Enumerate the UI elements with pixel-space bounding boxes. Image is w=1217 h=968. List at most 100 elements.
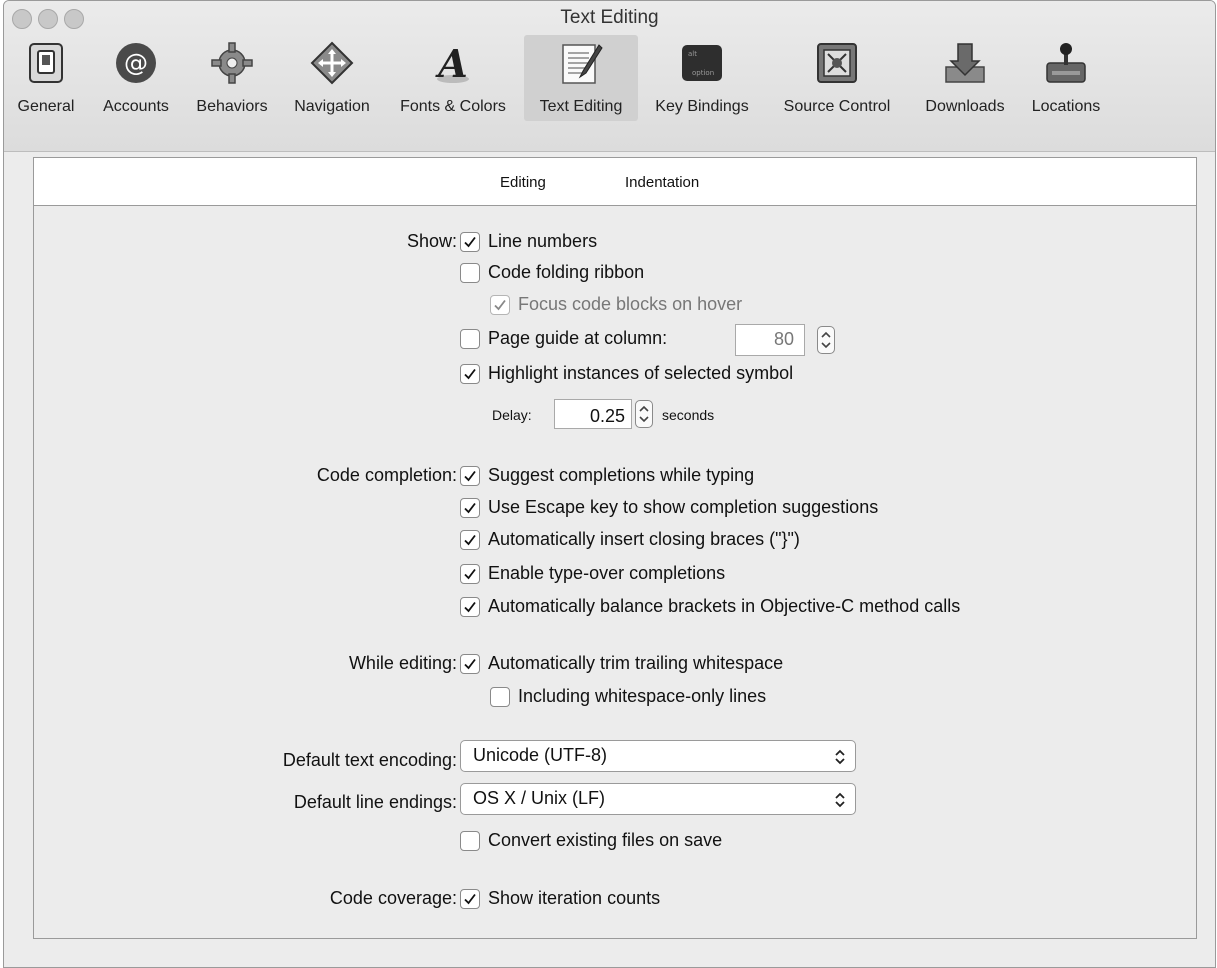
preferences-toolbar: General @ Accounts Behaviors Navigation … [4,35,1215,151]
toolbar-item-key-bindings[interactable]: alt option Key Bindings [640,35,764,121]
suggest-completions-checkbox[interactable]: Suggest completions while typing [460,465,754,486]
page-guide-checkbox[interactable]: Page guide at column: [460,328,667,349]
tab-indentation[interactable]: Indentation [625,174,699,191]
checkbox-checked-icon [490,294,510,315]
font-a-icon: A [435,41,469,85]
pencil-document-icon [562,44,603,84]
default-line-endings-label: Default line endings: [293,792,457,812]
toolbar-item-fonts-colors[interactable]: A Fonts & Colors [384,35,522,121]
move-arrows-icon [310,41,354,85]
option-key-icon: alt option [682,45,722,81]
title-bar: Text Editing General @ Accounts Behavior… [4,1,1215,152]
whitespace-only-lines-checkbox[interactable]: Including whitespace-only lines [490,686,766,707]
toolbar-item-source-control[interactable]: Source Control [766,35,908,121]
insert-closing-braces-checkbox[interactable]: Automatically insert closing braces ("}"… [460,529,800,550]
toolbar-item-accounts[interactable]: @ Accounts [90,35,182,121]
svg-text:A: A [435,41,467,85]
balance-brackets-checkbox[interactable]: Automatically balance brackets in Object… [460,596,960,617]
default-encoding-popup[interactable]: Unicode (UTF-8) [460,740,856,772]
checkbox-unchecked-icon [460,262,480,283]
checkbox-label: Automatically trim trailing whitespace [488,653,784,673]
toolbar-label: Navigation [294,98,370,115]
checkbox-checked-icon [460,231,480,252]
safe-icon [817,43,857,83]
checkbox-checked-icon [460,465,480,486]
toolbar-item-behaviors[interactable]: Behaviors [184,35,280,121]
toolbar-item-general[interactable]: General [4,35,88,121]
default-line-endings-popup[interactable]: OS X / Unix (LF) [460,783,856,815]
toolbar-label: Key Bindings [655,98,749,115]
svg-text:option: option [692,69,714,77]
delay-label: Delay: [492,407,532,423]
svg-text:@: @ [124,49,148,77]
checkbox-label: Page guide at column: [488,328,668,348]
checkbox-unchecked-icon [490,686,510,707]
page-guide-column-field[interactable]: 80 [735,324,805,356]
delay-stepper[interactable] [635,400,653,428]
toolbar-label: Source Control [783,98,891,115]
toolbar-label: Behaviors [196,98,268,115]
show-iteration-counts-checkbox[interactable]: Show iteration counts [460,888,660,909]
toolbar-item-locations[interactable]: Locations [1020,35,1112,121]
toolbar-label: General [17,98,75,115]
svg-text:alt: alt [688,50,697,58]
trim-whitespace-checkbox[interactable]: Automatically trim trailing whitespace [460,653,783,674]
gear-icon [211,42,253,84]
code-coverage-section-label: Code coverage: [329,888,457,908]
toolbar-label: Downloads [925,98,1005,115]
line-numbers-checkbox[interactable]: Line numbers [460,231,597,252]
checkbox-label: Code folding ribbon [488,262,645,282]
escape-key-completion-checkbox[interactable]: Use Escape key to show completion sugges… [460,497,878,518]
show-section-label: Show: [406,231,457,251]
default-encoding-label: Default text encoding: [282,750,457,770]
code-completion-section-label: Code completion: [316,465,457,485]
highlight-instances-checkbox[interactable]: Highlight instances of selected symbol [460,363,793,384]
code-folding-ribbon-checkbox[interactable]: Code folding ribbon [460,262,644,283]
window-title: Text Editing [560,7,659,28]
checkbox-label: Focus code blocks on hover [518,294,743,314]
toolbar-item-downloads[interactable]: Downloads [910,35,1020,121]
popup-value: OS X / Unix (LF) [473,788,606,808]
checkbox-checked-icon [460,497,480,518]
checkbox-unchecked-icon [460,328,480,349]
tab-editing[interactable]: Editing [500,174,546,191]
tab-bar: Editing Indentation [34,158,1196,206]
checkbox-label: Including whitespace-only lines [518,686,767,706]
stepper-arrows-icon [821,331,831,349]
checkbox-label: Highlight instances of selected symbol [488,363,794,383]
toolbar-item-navigation[interactable]: Navigation [282,35,382,121]
toolbar-label: Text Editing [539,98,623,115]
convert-existing-files-checkbox[interactable]: Convert existing files on save [460,830,722,851]
checkbox-label: Suggest completions while typing [488,465,755,485]
toolbar-item-text-editing[interactable]: Text Editing [524,35,638,121]
popup-arrows-icon [835,792,845,808]
checkbox-checked-icon [460,529,480,550]
checkbox-checked-icon [460,653,480,674]
delay-field[interactable]: 0.25 [554,399,632,429]
page-guide-stepper[interactable] [817,326,835,354]
checkbox-label: Show iteration counts [488,888,661,908]
popup-value: Unicode (UTF-8) [473,745,608,765]
checkbox-checked-icon [460,596,480,617]
checkbox-label: Convert existing files on save [488,830,723,850]
preferences-window: Text Editing General @ Accounts Behavior… [3,0,1216,968]
checkbox-label: Line numbers [488,231,598,251]
toolbar-label: Fonts & Colors [400,98,506,115]
switch-icon [29,43,63,83]
checkbox-checked-icon [460,563,480,584]
checkbox-label: Use Escape key to show completion sugges… [488,497,879,517]
while-editing-section-label: While editing: [348,653,457,673]
toolbar-label: Accounts [103,98,169,115]
checkbox-label: Automatically balance brackets in Object… [488,596,961,616]
type-over-completions-checkbox[interactable]: Enable type-over completions [460,563,725,584]
popup-arrows-icon [835,749,845,765]
stepper-arrows-icon [639,405,649,423]
joystick-drive-icon [1046,43,1086,83]
checkbox-label: Automatically insert closing braces ("}"… [488,529,800,549]
checkbox-checked-icon [460,363,480,384]
checkbox-checked-icon [460,888,480,909]
checkbox-label: Enable type-over completions [488,563,726,583]
toolbar-label: Locations [1031,98,1101,115]
focus-code-blocks-checkbox[interactable]: Focus code blocks on hover [490,294,742,315]
download-box-icon [945,43,985,83]
